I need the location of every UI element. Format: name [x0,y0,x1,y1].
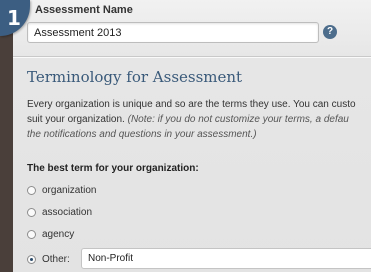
radio-option-organization[interactable]: organization [27,183,96,197]
terminology-heading: Terminology for Assessment [27,68,243,86]
other-term-input[interactable] [81,248,371,269]
assessment-form-panel: Assessment Name ? Terminology for Assess… [13,0,371,272]
description-line-2: suit your organization. (Note: if you do… [27,112,371,127]
description-note-line-3: the notifications and questions in your … [27,129,257,140]
description-line-1: Every organization is unique and so are … [27,99,356,110]
radio-option-other[interactable]: Other: [27,252,70,266]
term-question-label: The best term for your organization: [27,163,199,174]
description-note: (Note: if you do not customize your term… [127,114,349,125]
radio-label: agency [42,228,75,240]
radio-label: organization [42,184,97,196]
radio-label: association [42,206,93,218]
radio-button[interactable] [27,185,36,195]
radio-button[interactable] [27,229,36,239]
question-icon[interactable]: ? [323,25,337,39]
radio-button[interactable] [27,207,36,217]
radio-option-association[interactable]: association [27,205,92,219]
section-divider [13,56,371,57]
radio-option-agency[interactable]: agency [27,227,74,241]
assessment-name-input[interactable] [27,22,319,43]
assessment-name-label: Assessment Name [35,4,133,16]
terminology-description: Every organization is unique and so are … [27,97,371,142]
radio-button-selected[interactable] [27,254,36,264]
description-text: suit your organization. [27,114,128,125]
radio-label: Other: [42,253,70,265]
